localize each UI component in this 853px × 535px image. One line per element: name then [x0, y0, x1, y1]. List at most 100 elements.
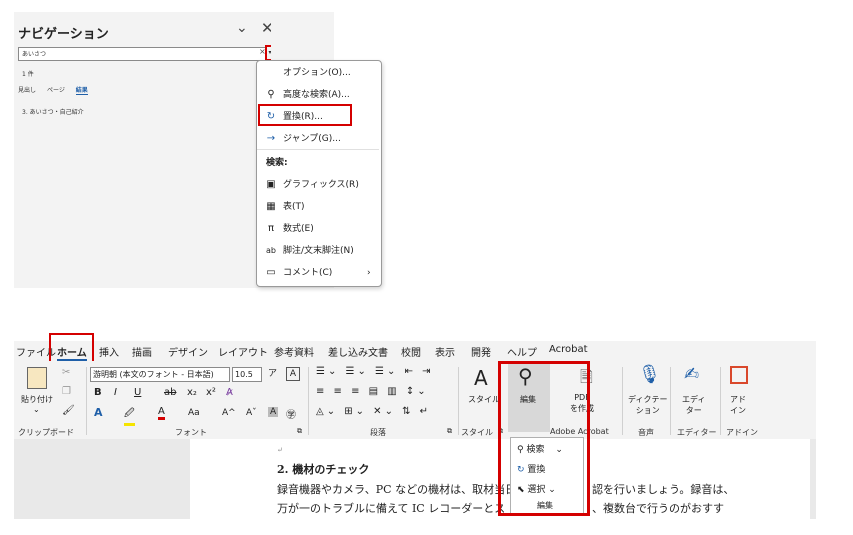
group-voice: 音声 — [638, 428, 654, 437]
menu-item-advanced-find-label: 高度な検索(A)... — [283, 90, 350, 100]
dialog-launcher-icon[interactable]: ⧉ — [297, 427, 302, 436]
cut-icon[interactable]: ✂ — [62, 367, 70, 378]
italic-button[interactable]: I — [114, 387, 117, 398]
enclose-char-button[interactable]: ㊫ — [286, 406, 296, 421]
font-name-select[interactable]: 游明朝 (本文のフォント - 日本語) — [90, 367, 230, 382]
doc-heading[interactable]: 2. 機材のチェック — [277, 461, 369, 477]
tab-help[interactable]: ヘルプ — [507, 344, 537, 359]
addin-icon[interactable] — [730, 366, 748, 384]
group-paragraph: 段落 — [370, 428, 386, 437]
tab-developer[interactable]: 開発 — [471, 344, 491, 359]
dictate-label[interactable]: ディクテー ション — [628, 394, 667, 416]
tab-headings[interactable]: 見出し — [18, 87, 36, 94]
footnote-icon: ab — [266, 246, 276, 255]
group-divider — [308, 367, 309, 435]
group-font: フォント — [175, 428, 207, 437]
chevron-down-icon[interactable]: ⌄ — [236, 20, 248, 36]
tab-layout[interactable]: レイアウト — [218, 344, 268, 359]
group-divider — [622, 367, 623, 435]
tab-draw[interactable]: 描画 — [132, 344, 152, 359]
list-buttons[interactable]: ☰⌄ ☰⌄ ☰⌄ ⇤ ⇥ — [316, 366, 434, 377]
font-size-select[interactable]: 10.5 — [232, 367, 262, 382]
copy-icon[interactable]: ❐ — [62, 386, 71, 397]
addin-label[interactable]: アド イン — [730, 394, 746, 416]
dialog-launcher-icon[interactable]: ⧉ — [447, 427, 452, 436]
tab-design[interactable]: デザイン — [168, 344, 208, 359]
tab-view[interactable]: 表示 — [435, 344, 455, 359]
doc-line-1-end[interactable]: 認を行いましょう。録音は、 — [592, 481, 734, 497]
menu-item-equations-label: 数式(E) — [283, 224, 314, 234]
tab-insert[interactable]: 挿入 — [99, 344, 119, 359]
tab-pages[interactable]: ページ — [47, 87, 65, 94]
nav-tabs: 見出し ページ 結果 — [18, 85, 97, 95]
styles-label[interactable]: スタイル — [468, 394, 500, 405]
menu-item-footnotes[interactable]: ab 脚注/文末脚注(N) — [257, 241, 381, 261]
furigana-icon[interactable]: ア — [268, 366, 277, 379]
menu-item-goto[interactable]: → ジャンプ(G)... — [257, 129, 381, 149]
tab-references[interactable]: 参考資料 — [274, 344, 314, 359]
menu-item-options-label: オプション(O)... — [283, 68, 351, 78]
highlight-button[interactable]: 🖉 — [124, 406, 135, 426]
menu-item-graphics[interactable]: ▣ グラフィックス(R) — [257, 175, 381, 195]
edit-highlight-box — [498, 361, 590, 516]
paste-icon[interactable] — [27, 367, 47, 389]
text-effect-button[interactable]: A — [94, 406, 103, 419]
picture-icon: ▣ — [266, 179, 276, 190]
doc-line-1[interactable]: 録音機器やカメラ、PC などの機材は、取材当日 — [277, 481, 516, 497]
styles-icon[interactable]: A — [474, 366, 488, 390]
shading-border-buttons[interactable]: ◬⌄ ⊞⌄ ✕⌄ ⇅ ↵ — [316, 406, 431, 417]
doc-line-2-end[interactable]: 、複数台で行うのがおすす — [592, 500, 724, 516]
format-painter-icon[interactable]: 🖌 — [62, 405, 75, 416]
grow-font-button[interactable]: A^ — [222, 408, 236, 418]
result-count: 1 件 — [22, 71, 34, 78]
tab-review[interactable]: 校閲 — [401, 344, 421, 359]
menu-item-graphics-label: グラフィックス(R) — [283, 180, 359, 190]
menu-item-footnotes-label: 脚注/文末脚注(N) — [283, 246, 354, 256]
align-buttons[interactable]: ≡ ≡ ≡ ▤ ▥ ↕⌄ — [316, 386, 429, 397]
bold-button[interactable]: B — [94, 387, 102, 398]
superscript-button[interactable]: x² — [206, 387, 216, 398]
menu-item-comments[interactable]: ▭ コメント(C) › — [257, 263, 381, 283]
change-case-button[interactable]: Aa — [188, 408, 200, 418]
menu-divider — [257, 149, 379, 150]
search-icon: ⚲ — [267, 89, 275, 100]
strikethrough-button[interactable]: ab — [164, 387, 176, 398]
menu-item-tables[interactable]: ▦ 表(T) — [257, 197, 381, 217]
menu-item-goto-label: ジャンプ(G)... — [283, 134, 341, 144]
chevron-right-icon: › — [367, 268, 371, 278]
arrow-right-icon: → — [266, 133, 276, 144]
menu-item-options[interactable]: オプション(O)... — [257, 63, 381, 83]
chevron-down-icon[interactable]: ⌄ — [33, 405, 40, 414]
paragraph-mark: ↵ — [277, 446, 283, 454]
group-editor: エディター — [677, 428, 717, 437]
group-divider — [86, 367, 87, 435]
table-icon: ▦ — [266, 201, 276, 212]
pi-icon: π — [267, 223, 275, 234]
doc-line-2[interactable]: 万が一のトラブルに備えて IC レコーダーとス — [277, 500, 505, 516]
comment-icon: ▭ — [266, 267, 276, 278]
char-border-icon[interactable]: A — [286, 367, 300, 381]
clear-format-icon[interactable]: A̷ — [226, 387, 233, 398]
group-addin: アドイン — [726, 428, 758, 437]
menu-search-header: 検索: — [257, 153, 381, 173]
nav-pane-title: ナビゲーション — [18, 27, 109, 42]
font-color-button[interactable]: A — [158, 406, 165, 420]
menu-item-advanced-find[interactable]: ⚲ 高度な検索(A)... — [257, 85, 381, 105]
subscript-button[interactable]: x₂ — [187, 387, 197, 398]
nav-search-input[interactable]: あいさつ — [18, 47, 266, 61]
search-options-menu: オプション(O)... ⚲ 高度な検索(A)... ↻ 置換(R)... → ジ… — [256, 60, 382, 287]
ribbon-tab-bar: ファイル ホーム 挿入 描画 デザイン レイアウト 参考資料 差し込み文書 校閲… — [14, 341, 816, 361]
underline-button[interactable]: U — [134, 387, 141, 398]
group-divider — [720, 367, 721, 435]
paste-label[interactable]: 貼り付け — [21, 394, 53, 405]
editor-icon[interactable]: ✍ — [684, 364, 699, 385]
microphone-icon[interactable]: 🎙 — [638, 364, 661, 385]
tab-results[interactable]: 結果 — [75, 87, 88, 95]
editor-label[interactable]: エディ ター — [682, 394, 705, 416]
search-result-item[interactable]: 3. あいさつ・自己紹介 — [22, 107, 84, 116]
tab-mailings[interactable]: 差し込み文書 — [328, 344, 388, 359]
char-shade-button[interactable]: A — [268, 407, 279, 417]
shrink-font-button[interactable]: Aˇ — [246, 408, 257, 418]
menu-item-equations[interactable]: π 数式(E) — [257, 219, 381, 239]
tab-acrobat[interactable]: Acrobat — [549, 344, 588, 355]
